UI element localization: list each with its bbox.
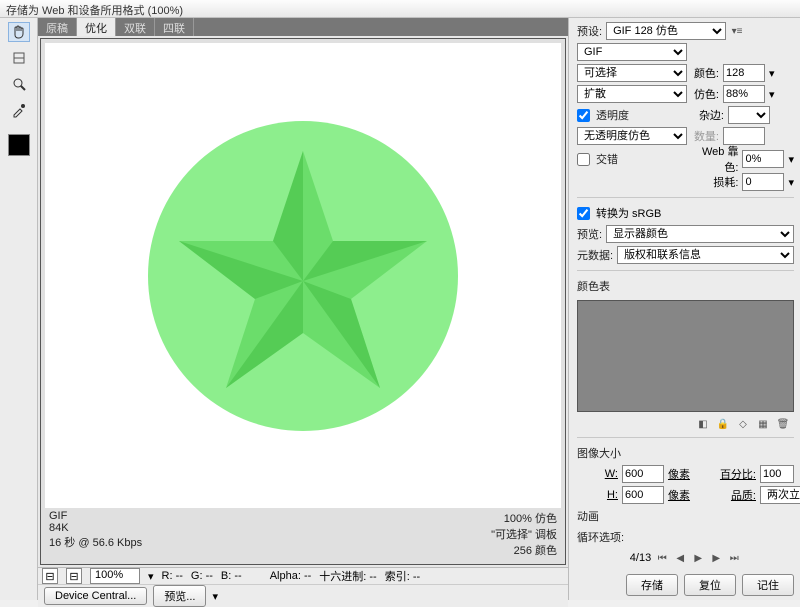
colortable-label: 颜色表 <box>577 278 610 294</box>
ct-map-icon[interactable]: ▦ <box>756 417 770 431</box>
preset-label: 预设: <box>577 23 602 39</box>
info-filesize: 84K <box>49 522 142 534</box>
color-table[interactable] <box>577 300 794 412</box>
lossy-label: 损耗: <box>710 174 738 190</box>
dither-select[interactable]: 扩散 <box>577 85 687 103</box>
width-input[interactable] <box>622 465 664 483</box>
canvas-info: GIF 84K 16 秒 @ 56.6 Kbps 100% 仿色 "可选择" 调… <box>45 508 561 560</box>
preview-profile-label: 预览: <box>577 226 602 242</box>
tab-original[interactable]: 原稿 <box>38 18 77 36</box>
metadata-select[interactable]: 版权和联系信息 <box>617 246 794 264</box>
height-input[interactable] <box>622 486 664 504</box>
eyedropper-tool[interactable] <box>8 100 30 120</box>
anim-label: 动画 <box>577 508 599 524</box>
algo-select[interactable]: 可选择 <box>577 64 687 82</box>
left-toolbar <box>0 18 38 600</box>
dither-pct-label: 仿色: <box>691 86 719 102</box>
format-select[interactable]: GIF <box>577 43 687 61</box>
ct-lock-icon[interactable]: 🔒 <box>716 417 730 431</box>
device-central-button[interactable]: Device Central... <box>44 587 147 605</box>
loop-label: 循环选项: <box>577 529 624 545</box>
settings-panel: 预设: GIF 128 仿色 ▾≡ GIF 可选择 颜色: ▾ 扩散 仿色: ▾… <box>568 18 800 600</box>
imagesize-label: 图像大小 <box>577 445 621 461</box>
info-transfer: 16 秒 @ 56.6 Kbps <box>49 534 142 550</box>
trans-dither-select[interactable]: 无透明度仿色 <box>577 127 687 145</box>
matte-select[interactable] <box>728 106 770 124</box>
color-table-tools: ◧ 🔒 ◇ ▦ 🗑 <box>577 417 794 431</box>
color-swatch[interactable] <box>8 134 30 156</box>
lossy-input[interactable] <box>742 173 784 191</box>
frame-counter: 4/13 <box>630 552 651 564</box>
frame-last-icon[interactable]: ⏭ <box>727 551 741 565</box>
tab-4up[interactable]: 四联 <box>155 18 194 36</box>
preview-profile-select[interactable]: 显示器颜色 <box>606 225 794 243</box>
colors-label: 颜色: <box>691 65 719 81</box>
info-format: GIF <box>49 510 142 522</box>
transparency-checkbox[interactable] <box>577 109 590 122</box>
device-bar: Device Central... 预览...▾ <box>38 584 568 607</box>
status-r: R: -- <box>162 570 183 582</box>
reset-button[interactable]: 复位 <box>684 574 736 596</box>
status-index: 索引: -- <box>385 568 420 584</box>
preview-tabs: 原稿 优化 双联 四联 <box>38 18 568 36</box>
frame-first-icon[interactable]: ⏮ <box>655 551 669 565</box>
interlace-checkbox[interactable] <box>577 153 590 166</box>
slice-tool[interactable] <box>8 48 30 68</box>
window-title: 存储为 Web 和设备所用格式 (100%) <box>0 0 800 18</box>
menu-toggle-2[interactable]: ⊟ <box>66 568 82 584</box>
ct-new-icon[interactable]: ◇ <box>736 417 750 431</box>
zoom-tool[interactable] <box>8 74 30 94</box>
preset-select[interactable]: GIF 128 仿色 <box>606 22 726 40</box>
matte-label: 杂边: <box>696 107 724 123</box>
status-alpha: Alpha: -- <box>270 570 312 582</box>
colors-input[interactable] <box>723 64 765 82</box>
preview-image <box>143 116 463 436</box>
frame-next-icon[interactable]: ▶ <box>709 551 723 565</box>
websnap-label: Web 靠色: <box>690 143 738 175</box>
frame-prev-icon[interactable]: ◀ <box>673 551 687 565</box>
menu-toggle-1[interactable]: ⊟ <box>42 568 58 584</box>
frame-play-icon[interactable]: ▶ <box>691 551 705 565</box>
status-hex: 十六进制: -- <box>319 568 376 584</box>
status-bar: ⊟ ⊟ 100%▾ R: -- G: -- B: -- Alpha: -- 十六… <box>38 567 568 584</box>
srgb-checkbox[interactable] <box>577 207 590 220</box>
status-g: G: -- <box>191 570 213 582</box>
preview-button[interactable]: 预览... <box>153 585 206 607</box>
preview-canvas[interactable] <box>45 43 561 508</box>
ct-sort-icon[interactable]: ◧ <box>696 417 710 431</box>
quality-select[interactable]: 两次立方 <box>760 486 800 504</box>
zoom-field[interactable]: 100% <box>90 568 140 584</box>
websnap-input[interactable] <box>742 150 784 168</box>
percent-input[interactable] <box>760 465 794 483</box>
metadata-label: 元数据: <box>577 247 613 263</box>
tab-optimized[interactable]: 优化 <box>77 18 116 36</box>
save-button[interactable]: 存储 <box>626 574 678 596</box>
dither-pct-input[interactable] <box>723 85 765 103</box>
panel-menu-icon[interactable]: ▾≡ <box>730 24 744 38</box>
amount-label: 数量: <box>691 128 719 144</box>
ct-delete-icon[interactable]: 🗑 <box>776 417 790 431</box>
hand-tool[interactable] <box>8 22 30 42</box>
remember-button[interactable]: 记住 <box>742 574 794 596</box>
status-b: B: -- <box>221 570 242 582</box>
tab-2up[interactable]: 双联 <box>116 18 155 36</box>
